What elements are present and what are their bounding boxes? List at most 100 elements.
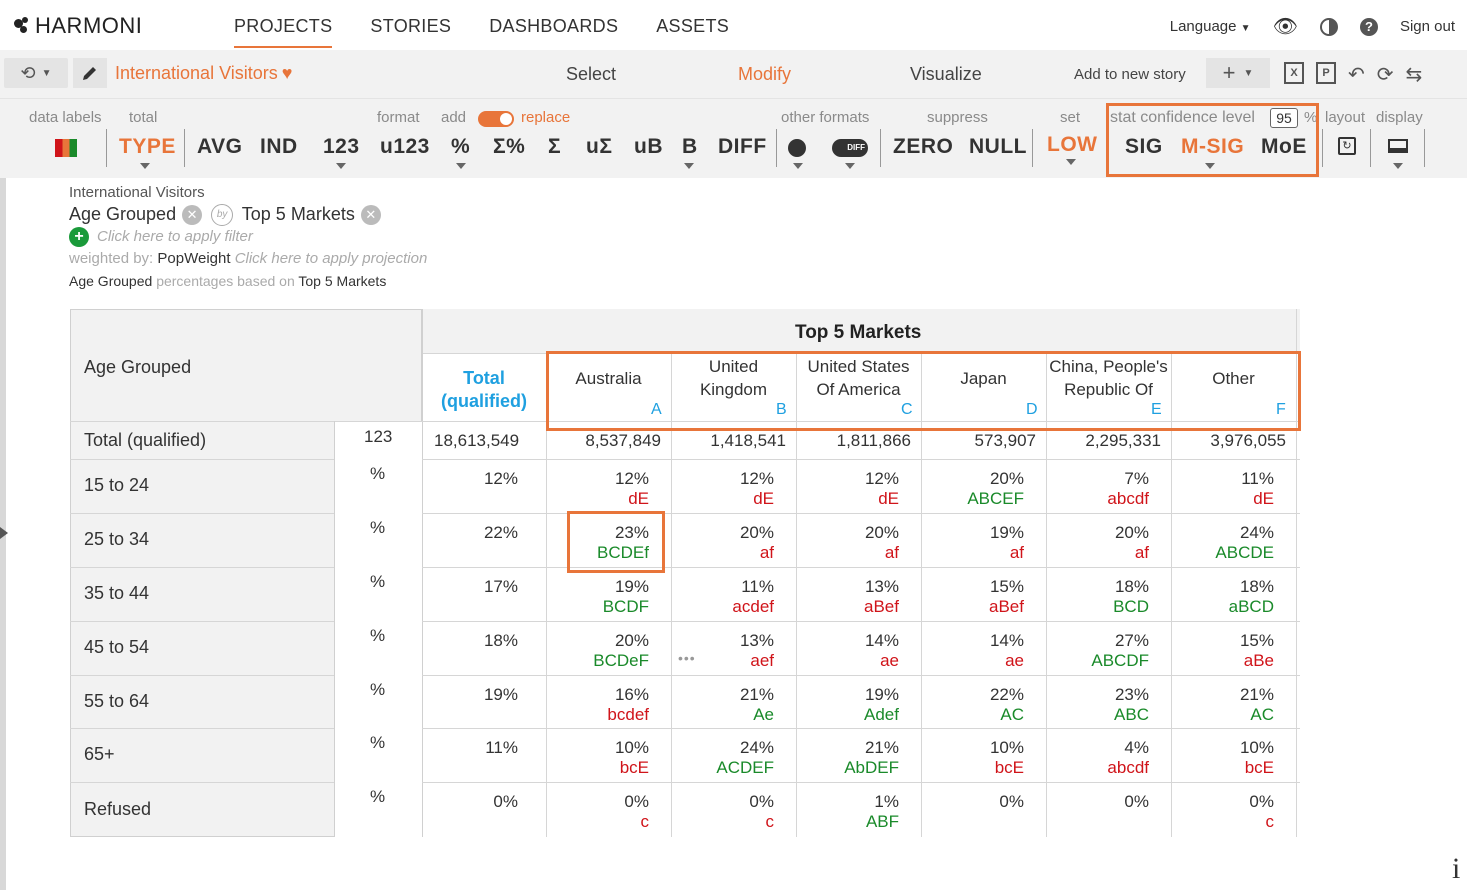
sig-letters: dE [1253, 489, 1274, 508]
mode-modify[interactable]: Modify [738, 64, 910, 85]
unweighted-123-button[interactable]: u123 [380, 135, 430, 159]
avg-button[interactable]: AVG [197, 135, 242, 159]
signout-link[interactable]: Sign out [1400, 18, 1455, 35]
table-row: 65+% 11% 10% bcE 24% ACDEF 21% AbDEF 10% bcE 4% abc… [70, 728, 1300, 782]
unweighted-base-button[interactable]: uB [634, 135, 663, 159]
sig-letters: abcdf [1107, 758, 1149, 777]
projection-hint[interactable]: Click here to apply projection [235, 250, 428, 267]
eye-icon[interactable]: 👁 [1273, 14, 1298, 39]
row-format: 123 [364, 427, 393, 446]
total-column-header[interactable]: Total (qualified) [422, 367, 546, 413]
separator [1370, 129, 1371, 167]
contrast-icon[interactable] [1319, 17, 1338, 36]
ind-button[interactable]: IND [260, 135, 298, 159]
filter-row[interactable]: + Click here to apply filter [69, 227, 253, 247]
excel-export-icon[interactable]: X [1284, 62, 1304, 84]
add-filter-icon[interactable]: + [69, 227, 89, 247]
weight-variable[interactable]: PopWeight [157, 250, 230, 267]
history-button[interactable]: ⟲ ▼ [4, 58, 68, 88]
row-format: % [370, 787, 386, 806]
label-suppress: suppress [927, 109, 988, 126]
suppress-zero-button[interactable]: ZERO [893, 135, 953, 159]
label-data-labels: data labels [29, 109, 102, 126]
column-variable[interactable]: Top 5 Markets [242, 204, 355, 224]
edit-button[interactable] [73, 58, 107, 88]
row-label: 65+ [84, 744, 115, 764]
count-123-button[interactable]: 123 [323, 135, 360, 159]
add-to-story-button[interactable]: + ▼ [1206, 58, 1270, 88]
other-format-icon[interactable] [788, 139, 806, 157]
total-cell: 18,613,549 [434, 431, 520, 450]
remove-column-variable-icon[interactable]: ✕ [360, 205, 381, 226]
sum-percent-button[interactable]: Σ% [493, 135, 525, 159]
row-label: 25 to 34 [84, 529, 150, 549]
logo-text: HARMONI [35, 13, 143, 38]
sig-letters: bcE [994, 758, 1024, 777]
expand-panel-icon[interactable] [0, 527, 8, 539]
remove-row-variable-icon[interactable]: ✕ [182, 205, 203, 226]
table-row: 35 to 44% 17% 19% BCDF 11% acdef 13% aBef 15% aBe… [70, 567, 1300, 621]
diff-button[interactable]: DIFF [718, 135, 767, 159]
data-cell: 15% [1239, 631, 1274, 650]
data-cell: 20% [739, 523, 774, 542]
sig-letters: BCD [1113, 597, 1149, 616]
percent-button[interactable]: % [451, 135, 470, 159]
sig-letters: af [1009, 543, 1024, 562]
swap-icon[interactable]: ⇆ [1406, 62, 1423, 87]
sig-letters: BCDF [602, 597, 649, 616]
filter-hint[interactable]: Click here to apply filter [97, 228, 253, 245]
language-dropdown[interactable]: Language ▼ [1170, 18, 1251, 35]
data-cell: 10% [989, 738, 1024, 757]
mode-select[interactable]: Select [566, 64, 738, 85]
set-low-button[interactable]: LOW [1047, 133, 1097, 157]
sig-letters: bcE [1244, 758, 1274, 777]
diff-format-icon[interactable]: DIFF [832, 139, 868, 157]
info-icon[interactable]: i [1452, 852, 1460, 886]
table-row: Refused% 0% 0% c 0% c 1% ABF 0% 0% 0% c [70, 782, 1300, 837]
add-replace-toggle[interactable] [478, 111, 514, 127]
data-cell: 19% [989, 523, 1024, 542]
more-options-icon[interactable]: ••• [678, 650, 696, 666]
data-labels-grid-icon[interactable] [55, 139, 77, 157]
mode-visualize[interactable]: Visualize [910, 64, 1082, 85]
heart-icon[interactable]: ♥ [282, 63, 293, 83]
report-title[interactable]: International Visitors ♥ [115, 63, 292, 84]
table-definition: Age Grouped ✕ by Top 5 Markets ✕ [69, 204, 381, 227]
nav-stories[interactable]: STORIES [370, 16, 451, 48]
help-icon[interactable]: ? [1359, 17, 1378, 36]
data-cell: 19% [864, 685, 899, 704]
data-cell: 1% [874, 792, 899, 811]
data-cell: 15% [989, 577, 1024, 596]
display-icon[interactable] [1388, 139, 1408, 153]
powerpoint-export-icon[interactable]: P [1316, 62, 1336, 84]
chevron-down-icon: ▼ [41, 67, 52, 79]
sig-letters: Adef [864, 705, 899, 724]
refresh-icon[interactable]: ⟳ [1377, 62, 1394, 87]
data-cell: 18% [1114, 577, 1149, 596]
column-letters-highlight [546, 351, 1301, 431]
harmoni-logo[interactable]: HARMONI [14, 13, 142, 39]
sig-letters: dE [628, 489, 649, 508]
chevron-down-icon [845, 163, 855, 169]
data-cell: 16% [614, 685, 649, 704]
separator [1424, 129, 1425, 167]
row-variable[interactable]: Age Grouped [69, 204, 176, 224]
type-button[interactable]: TYPE [119, 135, 176, 159]
label-set: set [1060, 109, 1081, 126]
nav-dashboards[interactable]: DASHBOARDS [489, 16, 618, 48]
nav-assets[interactable]: ASSETS [656, 16, 729, 48]
suppress-null-button[interactable]: NULL [969, 135, 1027, 159]
sig-letters: bcE [619, 758, 649, 777]
total-cell: 11% [485, 738, 518, 757]
unweighted-sum-button[interactable]: uΣ [586, 135, 612, 159]
data-cell: 13% [739, 631, 774, 650]
sum-button[interactable]: Σ [548, 135, 561, 159]
layout-icon[interactable]: ↻ [1338, 137, 1356, 155]
chevron-down-icon: ▼ [1243, 67, 1254, 79]
data-cell: 12% [739, 469, 774, 488]
nav-projects[interactable]: PROJECTS [234, 16, 333, 48]
undo-icon[interactable]: ↶ [1348, 62, 1365, 87]
data-cell: 0% [749, 792, 774, 811]
base-button[interactable]: B [682, 135, 698, 159]
sig-letters: AbDEF [844, 758, 899, 777]
